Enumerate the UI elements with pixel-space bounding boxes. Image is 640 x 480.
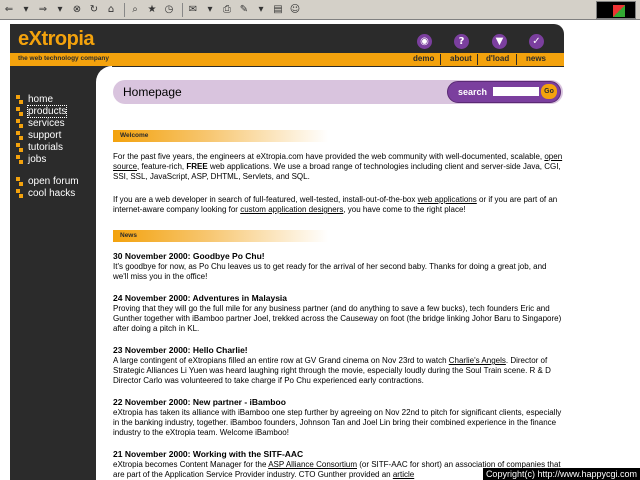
browser-toolbar: ⇐ ▾ ⇒ ▾ ⊗ ↻ ⌂ ⌕ ★ ◷ ✉ ▾ ⎙ ✎ ▾ ▤ ☺ xyxy=(0,0,640,20)
text: A large contingent of eXtropians filled … xyxy=(113,356,449,365)
question-icon[interactable]: ? xyxy=(454,34,469,49)
welcome-paragraph-2: If you are a web developer in search of … xyxy=(113,195,563,215)
nav-divider xyxy=(516,54,517,65)
text: , you have come to the right place! xyxy=(343,205,466,214)
forward-dropdown-icon[interactable]: ▾ xyxy=(53,3,67,17)
free-emphasis: FREE xyxy=(186,162,208,171)
edit-dropdown-icon[interactable]: ▾ xyxy=(254,3,268,17)
favorites-icon[interactable]: ★ xyxy=(145,3,159,17)
page-title: Homepage xyxy=(123,85,182,99)
browser-throbber xyxy=(596,1,636,19)
stop-icon[interactable]: ⊗ xyxy=(70,3,84,17)
sidebar-corner xyxy=(96,66,112,82)
nav-about[interactable]: about xyxy=(450,54,472,63)
nav-news[interactable]: news xyxy=(526,54,546,63)
print-icon[interactable]: ⎙ xyxy=(220,3,234,17)
site-logo[interactable]: eXtropia xyxy=(18,28,95,51)
sidebar-item-services[interactable]: services xyxy=(28,118,65,129)
nav-demo[interactable]: demo xyxy=(413,54,434,63)
history-icon[interactable]: ◷ xyxy=(162,3,176,17)
forward-icon[interactable]: ⇒ xyxy=(36,3,50,17)
news-item-title: 21 November 2000: Working with the SITF-… xyxy=(113,449,304,459)
check-icon[interactable]: ✓ xyxy=(529,34,544,49)
bullet-icon xyxy=(16,189,24,198)
nav-download[interactable]: d'load xyxy=(486,54,509,63)
search-input[interactable] xyxy=(493,87,539,96)
search-icon[interactable]: ⌕ xyxy=(128,3,142,17)
toolbar-divider xyxy=(124,2,125,17)
news-item-body: Proving that they will go the full mile … xyxy=(113,304,562,333)
mail-dropdown-icon[interactable]: ▾ xyxy=(203,3,217,17)
bullet-icon xyxy=(16,107,24,116)
copyright-watermark: Copyright(c) http://www.happycgi.com xyxy=(482,468,640,480)
bullet-icon xyxy=(16,177,24,186)
sidebar-item-home[interactable]: home xyxy=(28,94,53,105)
news-item-body: It's goodbye for now, as Po Chu leaves u… xyxy=(113,262,547,281)
welcome-heading: Welcome xyxy=(120,132,149,139)
messenger-icon[interactable]: ☺ xyxy=(288,3,302,17)
toolbar-divider xyxy=(182,2,183,17)
windows-logo-icon xyxy=(613,5,625,17)
news-item-title: 24 November 2000: Adventures in Malaysia xyxy=(113,293,288,303)
eye-icon[interactable]: ◉ xyxy=(417,34,432,49)
back-dropdown-icon[interactable]: ▾ xyxy=(19,3,33,17)
sidebar-item-cool-hacks[interactable]: cool hacks xyxy=(28,188,75,199)
bullet-icon xyxy=(16,143,24,152)
text: For the past five years, the engineers a… xyxy=(113,152,545,161)
news-item-body: eXtropia has taken its alliance with iBa… xyxy=(113,408,562,437)
go-button[interactable]: Go xyxy=(541,84,557,99)
bullet-icon xyxy=(16,131,24,140)
sidebar-item-products[interactable]: products xyxy=(26,105,68,118)
news-item-title: 22 November 2000: New partner - iBamboo xyxy=(113,397,286,407)
custom-application-designers-link[interactable]: custom application designers xyxy=(240,205,343,214)
sidebar-item-tutorials[interactable]: tutorials xyxy=(28,142,63,153)
web-applications-link[interactable]: web applications xyxy=(418,195,477,204)
asp-alliance-consortium-link[interactable]: ASP Alliance Consortium xyxy=(268,460,357,469)
discuss-icon[interactable]: ▤ xyxy=(271,3,285,17)
search-label: search xyxy=(458,87,488,97)
edit-icon[interactable]: ✎ xyxy=(237,3,251,17)
mail-icon[interactable]: ✉ xyxy=(186,3,200,17)
welcome-paragraph-1: For the past five years, the engineers a… xyxy=(113,152,563,182)
news-section-bar xyxy=(113,230,328,242)
back-icon[interactable]: ⇐ xyxy=(2,3,16,17)
download-icon[interactable]: ▼ xyxy=(492,34,507,49)
bullet-icon xyxy=(16,95,24,104)
bullet-icon xyxy=(16,155,24,164)
bullet-icon xyxy=(16,119,24,128)
text: eXtropia becomes Content Manager for the xyxy=(113,460,269,469)
news-heading: News xyxy=(120,232,137,239)
sidebar-item-support[interactable]: support xyxy=(28,130,61,141)
charlies-angels-link[interactable]: Charlie's Angels xyxy=(449,356,506,365)
nav-divider xyxy=(440,54,441,65)
news-item-body: A large contingent of eXtropians filled … xyxy=(113,356,563,386)
site-tagline: the web technology company xyxy=(18,55,110,62)
sidebar-item-open-forum[interactable]: open forum xyxy=(28,176,79,187)
text: , feature-rich, xyxy=(137,162,187,171)
news-item-title: 23 November 2000: Hello Charlie! xyxy=(113,345,248,355)
sidebar-item-jobs[interactable]: jobs xyxy=(28,154,46,165)
refresh-icon[interactable]: ↻ xyxy=(87,3,101,17)
nav-divider xyxy=(477,54,478,65)
text: If you are a web developer in search of … xyxy=(113,195,418,204)
home-icon[interactable]: ⌂ xyxy=(104,3,118,17)
news-item-title: 30 November 2000: Goodbye Po Chu! xyxy=(113,251,265,261)
article-link[interactable]: article xyxy=(393,470,414,479)
